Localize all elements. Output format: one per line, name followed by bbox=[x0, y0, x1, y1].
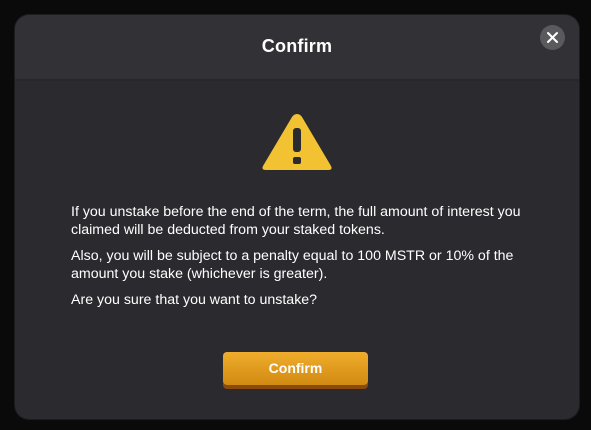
message-question: Are you sure that you want to unstake? bbox=[71, 292, 318, 308]
confirm-dialog: Confirm If you unstake before the end of… bbox=[15, 15, 579, 419]
close-icon bbox=[547, 32, 558, 43]
confirm-button[interactable]: Confirm bbox=[223, 352, 368, 385]
message-penalty: Also, you will be subject to a penalty e… bbox=[71, 248, 514, 282]
close-button[interactable] bbox=[540, 25, 565, 50]
dialog-title: Confirm bbox=[261, 36, 333, 56]
message-term-warning: If you unstake before the end of the ter… bbox=[71, 204, 521, 238]
warning-message: If you unstake before the end of the ter… bbox=[71, 204, 541, 319]
dialog-header: Confirm bbox=[15, 15, 579, 81]
warning-triangle-icon bbox=[262, 114, 332, 170]
